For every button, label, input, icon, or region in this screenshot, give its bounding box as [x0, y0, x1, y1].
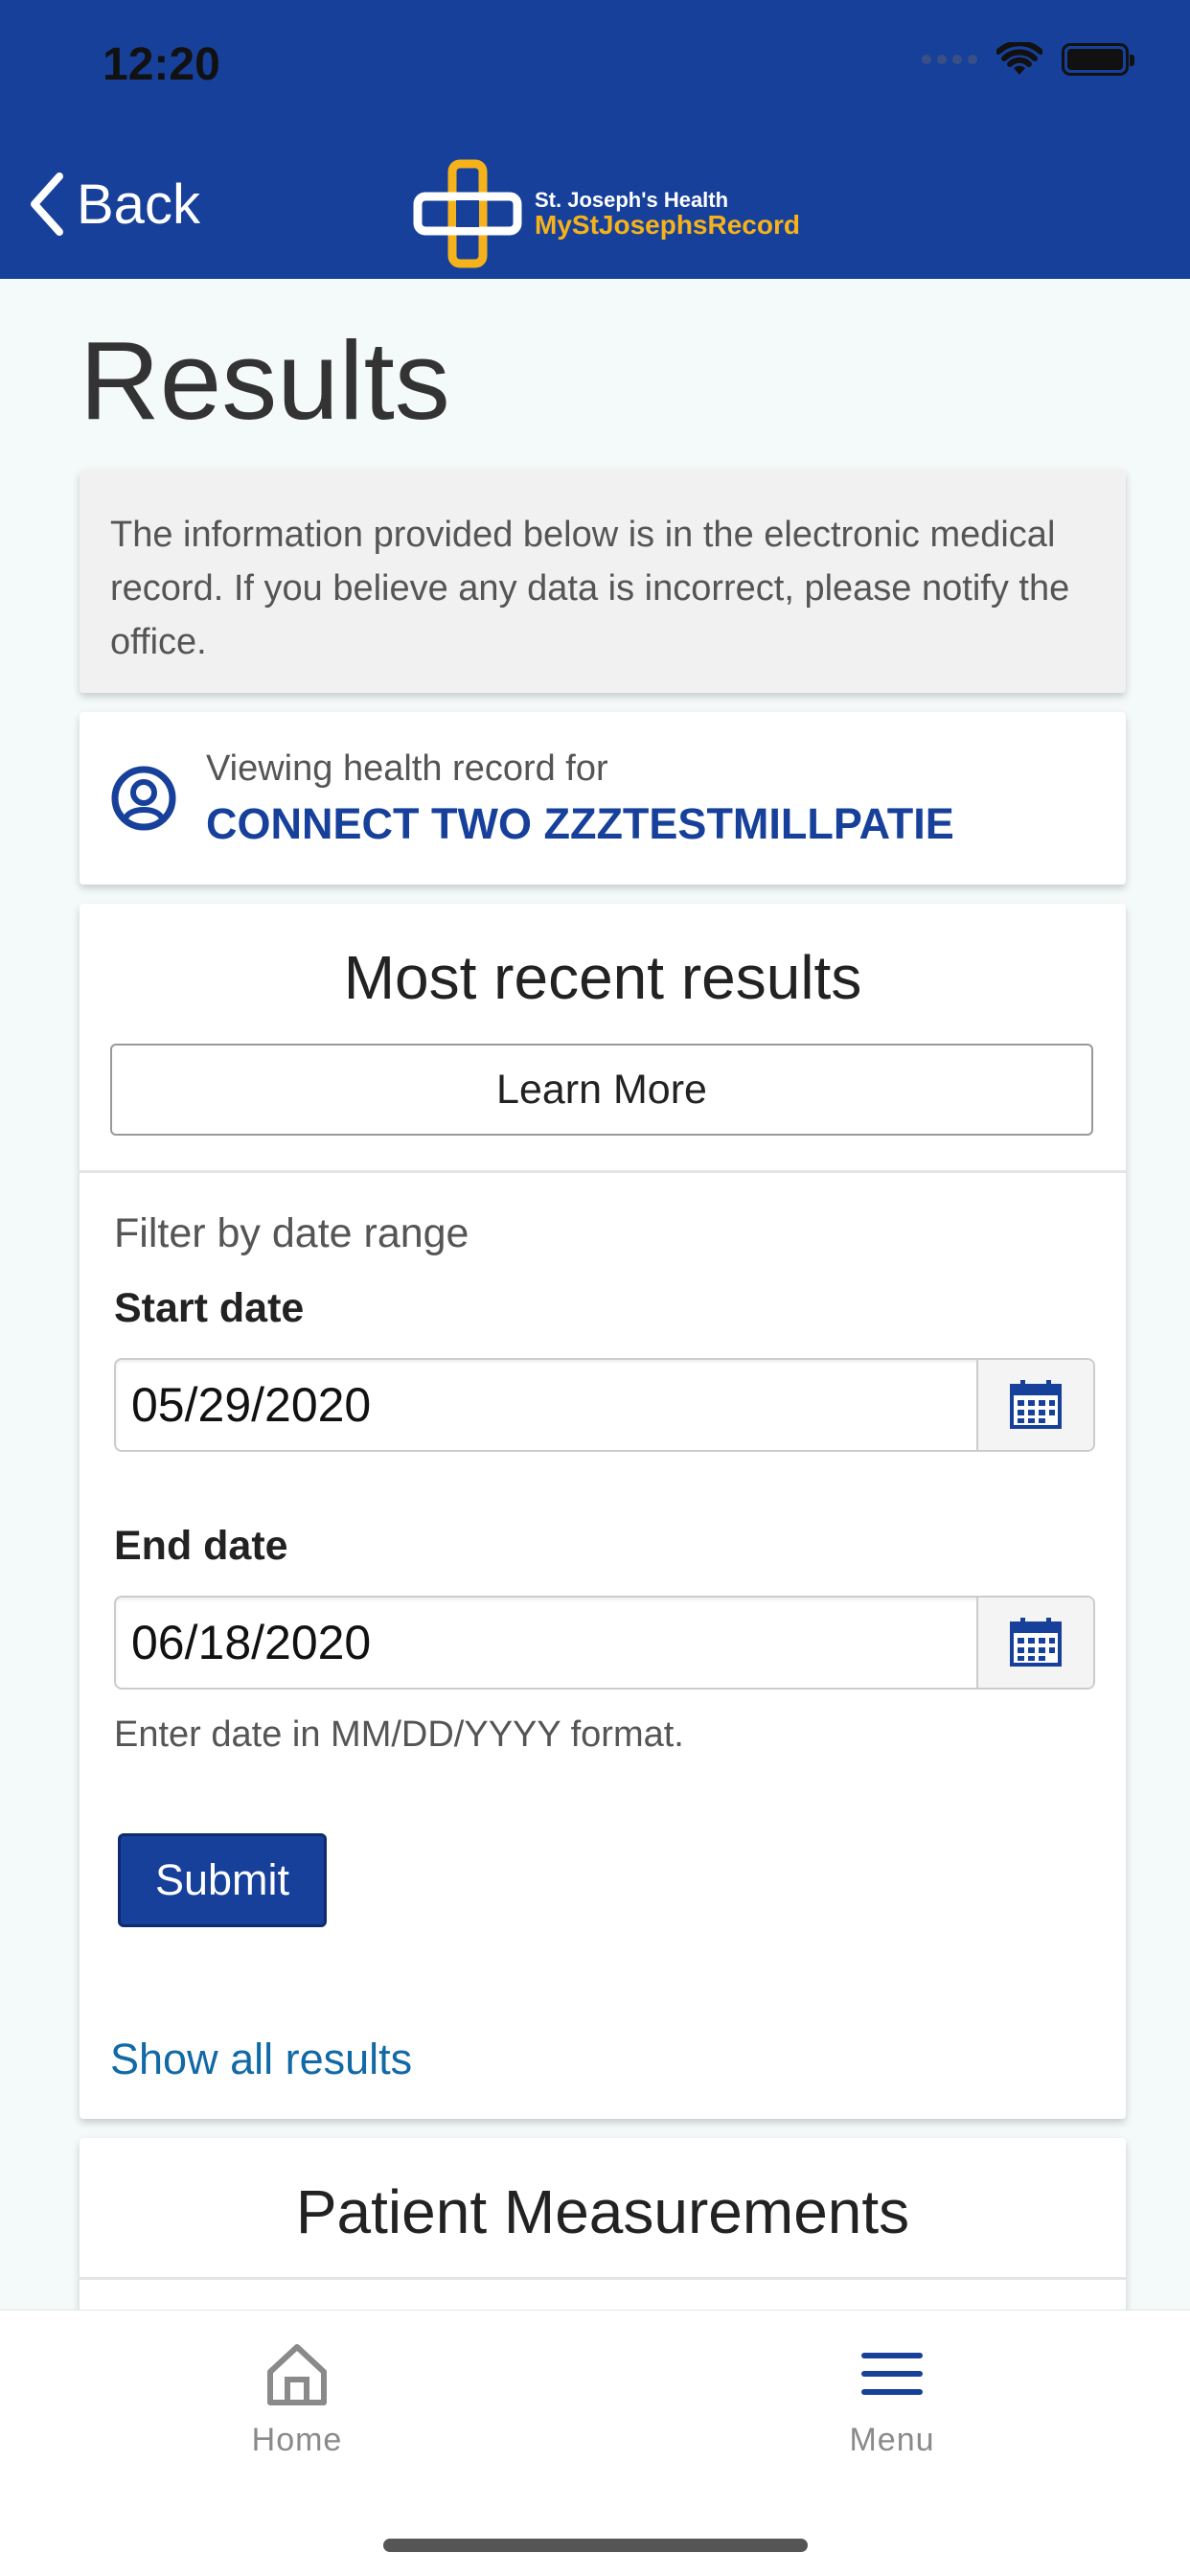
hamburger-menu-icon — [861, 2353, 923, 2395]
home-icon — [267, 2344, 327, 2405]
logo-line1: St. Joseph's Health — [535, 187, 729, 212]
chevron-left-icon — [31, 172, 63, 236]
user-circle-icon — [111, 766, 176, 831]
measurements-card: Patient Measurements — [80, 2138, 1126, 2320]
start-date-field — [114, 1358, 1095, 1452]
status-icons — [922, 42, 1134, 77]
results-title: Most recent results — [343, 943, 862, 1012]
filter-label: Filter by date range — [114, 1210, 469, 1256]
cross-logo-icon — [413, 159, 522, 268]
back-label: Back — [77, 172, 200, 236]
tab-home-label: Home — [251, 2422, 343, 2458]
date-format-hint: Enter date in MM/DD/YYYY format. — [114, 1714, 684, 1755]
app-header: 12:20 Back St. Joseph's Health MyStJosep… — [0, 0, 1190, 279]
start-date-input[interactable] — [116, 1360, 976, 1450]
start-date-label: Start date — [114, 1285, 305, 1331]
signal-icon — [922, 55, 977, 64]
start-date-calendar-button[interactable] — [976, 1360, 1093, 1450]
end-date-input[interactable] — [116, 1598, 976, 1688]
notice-text: The information provided below is in the… — [110, 515, 1070, 662]
calendar-icon — [1010, 1618, 1062, 1667]
tab-menu[interactable]: Menu — [777, 2339, 1007, 2459]
tab-bar: Home Menu — [0, 2310, 1190, 2576]
end-date-field — [114, 1596, 1095, 1690]
tab-menu-label: Menu — [849, 2422, 935, 2458]
results-card: Most recent results Learn More Filter by… — [80, 904, 1126, 2119]
patient-name: CONNECT TWO ZZZTESTMILLPATIE — [206, 798, 954, 848]
logo-line2: MyStJosephsRecord — [535, 209, 800, 240]
battery-icon — [1062, 43, 1134, 76]
divider — [80, 1170, 1126, 1173]
viewing-label: Viewing health record for — [206, 748, 608, 789]
brand-logo: St. Joseph's Health MyStJosephsRecord — [410, 156, 800, 271]
submit-button[interactable]: Submit — [118, 1833, 327, 1927]
divider — [80, 2277, 1126, 2280]
measurements-title: Patient Measurements — [295, 2177, 910, 2246]
page-title: Results — [80, 318, 450, 443]
back-button[interactable]: Back — [27, 171, 200, 238]
wifi-icon — [996, 42, 1042, 75]
tab-home[interactable]: Home — [182, 2339, 412, 2459]
patient-card: Viewing health record for CONNECT TWO ZZ… — [80, 712, 1126, 885]
show-all-results-link[interactable]: Show all results — [110, 2035, 412, 2084]
notice-card: The information provided below is in the… — [80, 470, 1126, 693]
status-time: 12:20 — [103, 39, 220, 90]
learn-more-button[interactable]: Learn More — [110, 1044, 1093, 1136]
home-indicator — [383, 2539, 808, 2552]
end-date-calendar-button[interactable] — [976, 1598, 1093, 1688]
end-date-label: End date — [114, 1523, 288, 1569]
calendar-icon — [1010, 1380, 1062, 1429]
